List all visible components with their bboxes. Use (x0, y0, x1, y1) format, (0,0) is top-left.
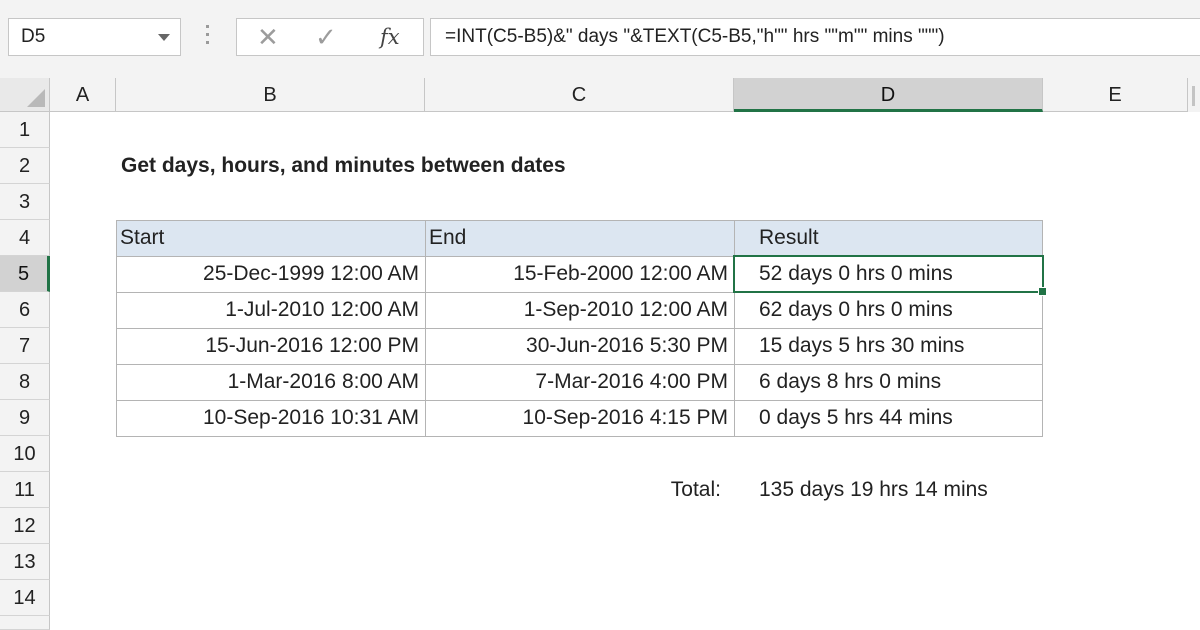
chevron-down-icon[interactable] (158, 34, 170, 41)
cell-c7[interactable]: 30-Jun-2016 5:30 PM (425, 328, 728, 364)
table-header-fill (116, 220, 1042, 256)
cell-c5[interactable]: 15-Feb-2000 12:00 AM (425, 256, 728, 292)
header-end[interactable]: End (429, 220, 466, 256)
table-border (734, 220, 735, 436)
cell-d8[interactable]: 6 days 8 hrs 0 mins (759, 364, 941, 400)
column-header-c[interactable]: C (425, 78, 734, 112)
row-header-10[interactable]: 10 (0, 436, 50, 472)
row-header-8[interactable]: 8 (0, 364, 50, 400)
cell-c9[interactable]: 10-Sep-2016 4:15 PM (425, 400, 728, 436)
cell-c8[interactable]: 7-Mar-2016 4:00 PM (425, 364, 728, 400)
scrollbar[interactable] (1188, 78, 1200, 112)
row-header-12[interactable]: 12 (0, 508, 50, 544)
cancel-icon[interactable]: ✕ (257, 23, 279, 51)
column-header-a[interactable]: A (50, 78, 116, 112)
row-header-5[interactable]: 5 (0, 256, 50, 292)
cell-d6[interactable]: 62 days 0 hrs 0 mins (759, 292, 953, 328)
sheet-title[interactable]: Get days, hours, and minutes between dat… (121, 148, 566, 184)
cell-b7[interactable]: 15-Jun-2016 12:00 PM (116, 328, 419, 364)
drag-handle-icon[interactable] (206, 25, 210, 49)
cell-b9[interactable]: 10-Sep-2016 10:31 AM (116, 400, 419, 436)
table-border (116, 436, 1043, 437)
cell-b8[interactable]: 1-Mar-2016 8:00 AM (116, 364, 419, 400)
fill-handle[interactable] (1038, 287, 1047, 296)
name-box[interactable]: D5 (8, 18, 181, 56)
table-border (116, 220, 1043, 221)
select-all-button[interactable] (0, 78, 50, 112)
enter-icon[interactable]: ✓ (315, 23, 337, 51)
row-header-15-partial[interactable] (0, 616, 50, 630)
row-header-13[interactable]: 13 (0, 544, 50, 580)
row-header-4[interactable]: 4 (0, 220, 50, 256)
formula-input[interactable]: =INT(C5-B5)&" days "&TEXT(C5-B5,"h"" hrs… (430, 18, 1200, 56)
row-header-9[interactable]: 9 (0, 400, 50, 436)
formula-buttons: ✕ ✓ fx (236, 18, 424, 56)
total-label[interactable]: Total: (425, 472, 721, 508)
cell-b6[interactable]: 1-Jul-2010 12:00 AM (116, 292, 419, 328)
column-header-e[interactable]: E (1043, 78, 1188, 112)
header-result[interactable]: Result (759, 220, 819, 256)
row-header-14[interactable]: 14 (0, 580, 50, 616)
formula-bar-area: D5 ✕ ✓ fx =INT(C5-B5)&" days "&TEXT(C5-B… (0, 0, 1200, 78)
total-value[interactable]: 135 days 19 hrs 14 mins (759, 472, 988, 508)
header-start[interactable]: Start (120, 220, 164, 256)
cell-d9[interactable]: 0 days 5 hrs 44 mins (759, 400, 953, 436)
active-cell-selection (733, 255, 1044, 293)
column-header-b[interactable]: B (116, 78, 425, 112)
worksheet-grid: A B C D E 1 2 3 4 5 6 7 8 9 10 11 12 13 … (0, 78, 1200, 630)
row-header-6[interactable]: 6 (0, 292, 50, 328)
insert-function-icon[interactable]: fx (380, 22, 400, 52)
row-header-3[interactable]: 3 (0, 184, 50, 220)
row-header-1[interactable]: 1 (0, 112, 50, 148)
select-all-triangle-icon (27, 89, 45, 107)
cell-c6[interactable]: 1-Sep-2010 12:00 AM (425, 292, 728, 328)
row-header-11[interactable]: 11 (0, 472, 50, 508)
cell-b5[interactable]: 25-Dec-1999 12:00 AM (116, 256, 419, 292)
cell-d7[interactable]: 15 days 5 hrs 30 mins (759, 328, 964, 364)
name-box-value: D5 (21, 26, 46, 47)
column-header-d[interactable]: D (734, 78, 1043, 112)
row-header-7[interactable]: 7 (0, 328, 50, 364)
formula-text: =INT(C5-B5)&" days "&TEXT(C5-B5,"h"" hrs… (445, 26, 945, 47)
row-header-2[interactable]: 2 (0, 148, 50, 184)
table-border (1042, 220, 1043, 436)
